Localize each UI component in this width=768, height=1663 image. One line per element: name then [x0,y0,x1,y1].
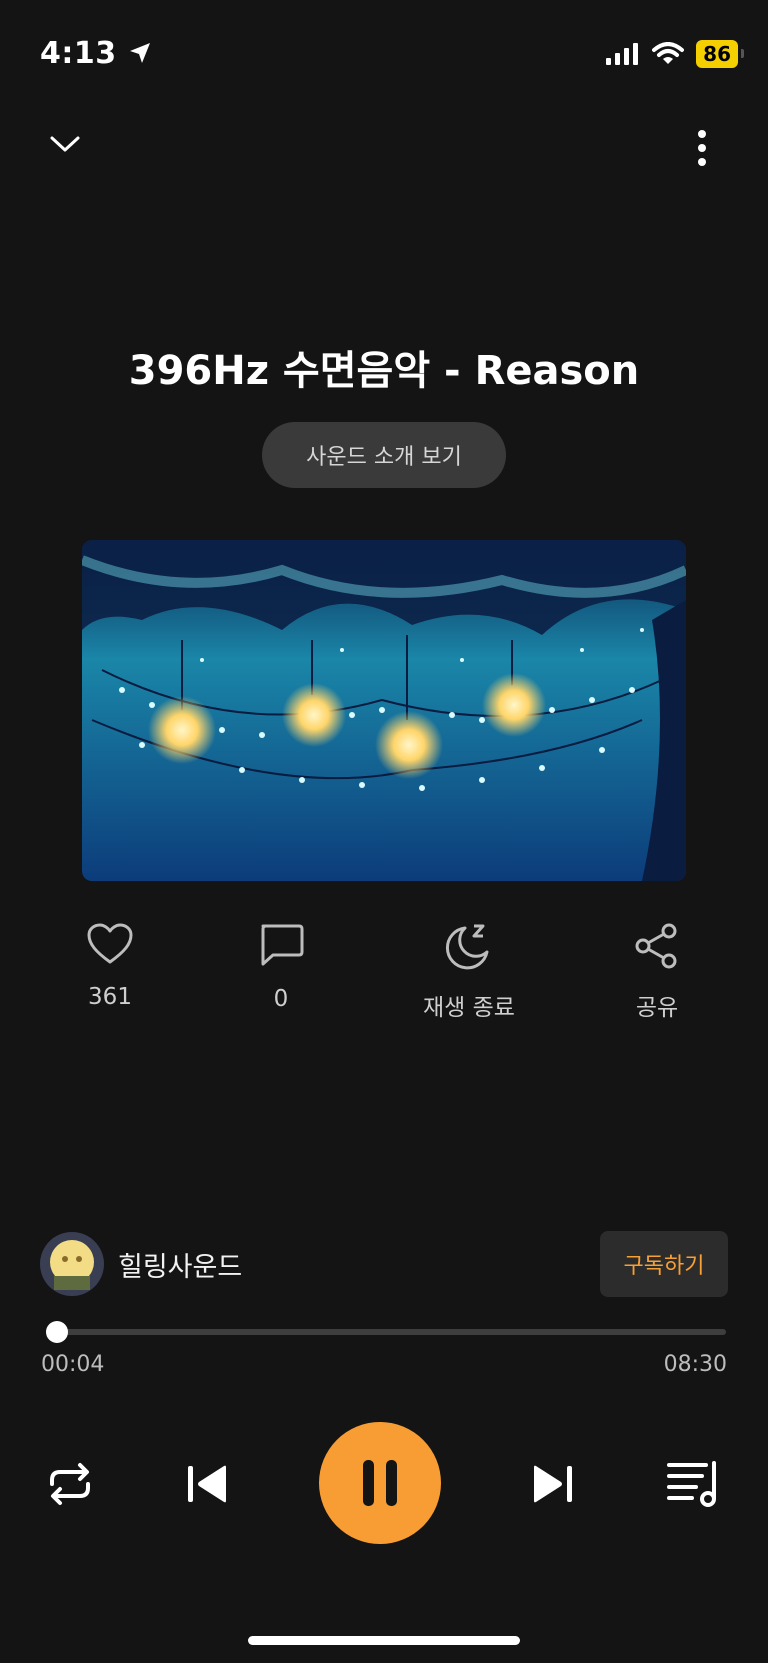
share-label: 공유 [635,995,679,1021]
artist-avatar [40,1232,104,1296]
next-track-icon[interactable] [530,1463,574,1505]
sleep-timer-action[interactable]: 재생 종료 [409,922,529,1022]
subscribe-button[interactable]: 구독하기 [600,1231,728,1297]
elapsed-time: 00:04 [41,1352,105,1377]
status-indicators: 86 [606,40,744,68]
comment-action[interactable]: 0 [221,922,341,1012]
sleep-moon-icon [445,924,489,970]
home-indicator [248,1636,520,1645]
more-options-icon[interactable] [690,128,714,168]
like-action[interactable]: 361 [50,922,170,1010]
progress-knob[interactable] [46,1321,69,1343]
track-title: 396Hz 수면음악 - Reason [128,348,640,394]
artist-name: 힐링사운드 [118,1251,243,1283]
pause-icon [363,1460,397,1506]
progress-track[interactable] [52,1329,726,1335]
collapse-chevron-down-icon[interactable] [48,132,82,156]
playlist-icon[interactable] [666,1460,722,1508]
comment-count: 0 [273,986,289,1012]
heart-icon [87,923,133,964]
share-icon [635,923,677,969]
location-arrow-icon [129,43,150,63]
battery-indicator: 86 [696,40,744,68]
artist-row[interactable]: 힐링사운드 [40,1232,242,1296]
sleep-timer-label: 재생 종료 [423,995,515,1021]
like-count: 361 [88,984,132,1010]
pause-button[interactable] [319,1422,441,1544]
share-action[interactable]: 공유 [597,922,717,1022]
wifi-icon [652,42,685,64]
comment-icon [261,924,304,966]
sound-info-button[interactable]: 사운드 소개 보기 [262,422,506,488]
repeat-icon[interactable] [46,1462,94,1506]
signal-icon [606,43,639,65]
album-artwork [82,540,686,881]
status-time: 4:13 [40,36,152,71]
duration-time: 08:30 [663,1352,727,1377]
previous-track-icon[interactable] [186,1463,230,1505]
